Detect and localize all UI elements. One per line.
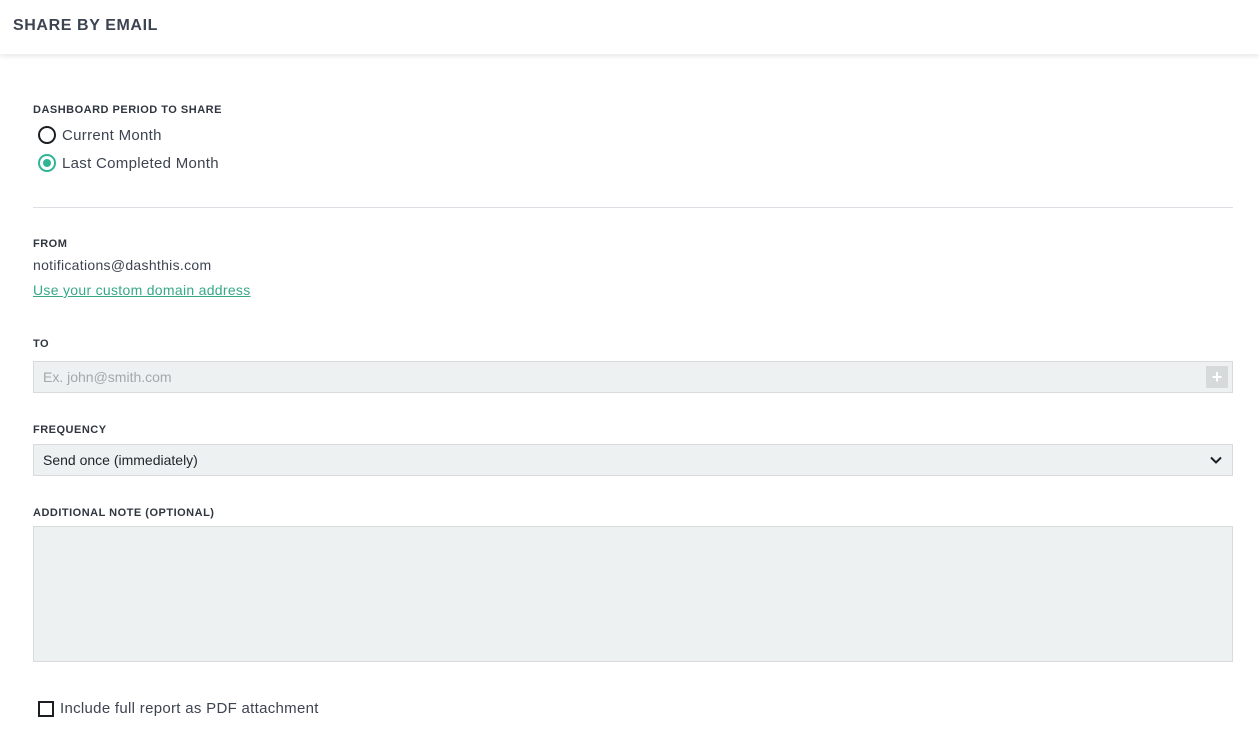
pdf-attachment-option[interactable]: Include full report as PDF attachment [33,700,1233,717]
section-divider [33,207,1233,208]
period-option-last-completed-month[interactable]: Last Completed Month [33,149,1233,177]
radio-unchecked-icon[interactable] [38,126,56,144]
period-section: DASHBOARD PERIOD TO SHARE Current Month … [33,104,1233,177]
share-email-form: DASHBOARD PERIOD TO SHARE Current Month … [0,54,1259,717]
add-recipient-button[interactable]: + [1206,366,1228,388]
chevron-down-icon [1209,453,1223,467]
frequency-select[interactable]: Send once (immediately) [33,444,1233,476]
from-section: FROM notifications@dashthis.com Use your… [33,238,1233,300]
period-option-label: Last Completed Month [62,154,219,172]
plus-icon: + [1211,367,1223,387]
frequency-selected-value: Send once (immediately) [43,452,198,468]
note-label: ADDITIONAL NOTE (OPTIONAL) [33,507,215,519]
pdf-attachment-label: Include full report as PDF attachment [60,700,319,717]
to-section: TO + [33,338,1233,393]
to-email-input[interactable] [33,361,1233,393]
period-option-label: Current Month [62,126,162,144]
modal-title: SHARE BY EMAIL [13,17,159,34]
modal-header: SHARE BY EMAIL [0,0,1259,54]
to-label: TO [33,338,50,350]
note-textarea[interactable] [33,526,1233,662]
to-field-wrapper: + [33,361,1233,393]
radio-checked-icon[interactable] [38,154,56,172]
note-section: ADDITIONAL NOTE (OPTIONAL) [33,507,1233,662]
checkbox-unchecked-icon[interactable] [38,700,54,717]
frequency-label: FREQUENCY [33,424,107,436]
custom-domain-link[interactable]: Use your custom domain address [33,282,251,298]
from-address: notifications@dashthis.com [33,257,212,273]
frequency-section: FREQUENCY Send once (immediately) [33,424,1233,476]
period-option-current-month[interactable]: Current Month [33,121,1233,149]
period-label: DASHBOARD PERIOD TO SHARE [33,104,222,116]
from-label: FROM [33,238,68,250]
